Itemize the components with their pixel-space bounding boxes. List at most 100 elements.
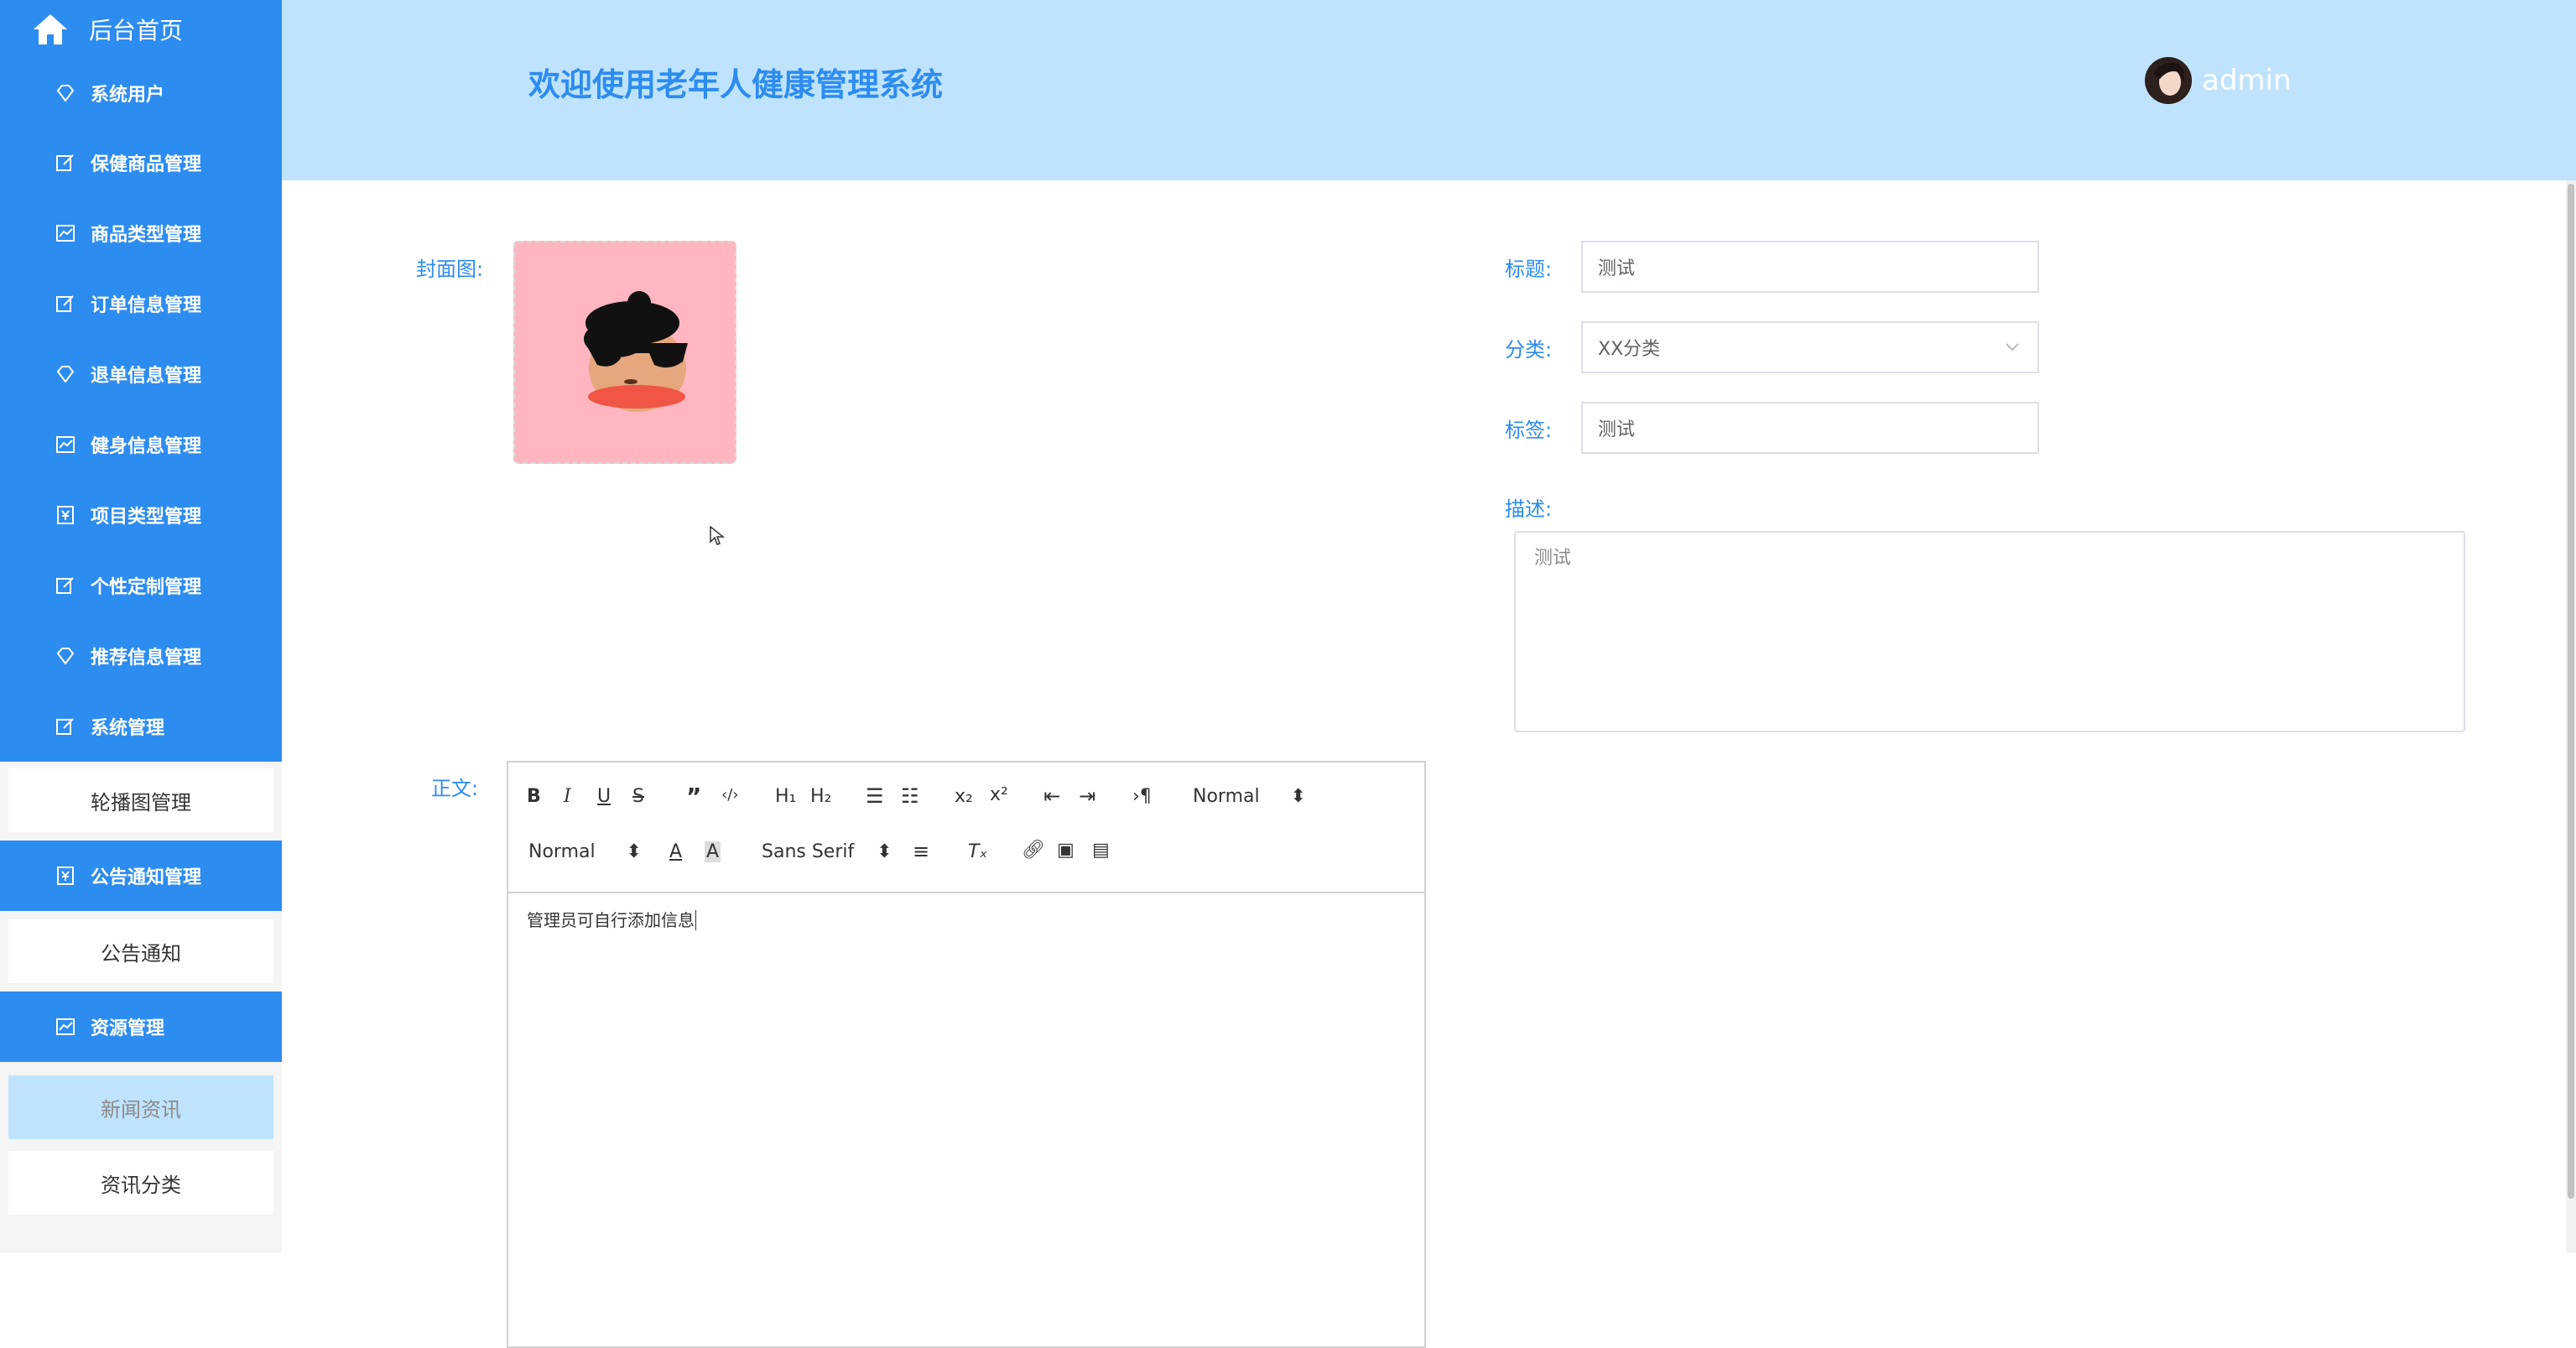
rich-text-editor: B I U S ” ‹/› H₁ H₂ ☰ ☷ x₂ x² ⇤ ⇥ ›¶ Nor… bbox=[507, 761, 1426, 1348]
menu-label: 系统管理 bbox=[91, 718, 165, 739]
align-icon[interactable]: ≡ bbox=[913, 840, 929, 863]
h1-icon[interactable]: H₁ bbox=[775, 786, 796, 807]
edit-icon bbox=[54, 574, 77, 597]
menu-order-info[interactable]: 订单信息管理 bbox=[0, 268, 282, 339]
home-icon bbox=[34, 14, 67, 44]
sidebar-home[interactable]: 后台首页 bbox=[0, 0, 282, 59]
menu-refund-info[interactable]: 退单信息管理 bbox=[0, 339, 282, 409]
text-color-icon[interactable]: A bbox=[669, 841, 682, 862]
category-select[interactable]: XX分类 bbox=[1581, 321, 2039, 373]
cover-label: 封面图: bbox=[416, 258, 484, 281]
link-icon[interactable]: 🔗︎ bbox=[1022, 840, 1045, 861]
edit-form: 封面图: 标题: 测试 分类: XX分类 标签: 测试 描述: 测试 正文: B… bbox=[282, 180, 2576, 1348]
body-label: 正文: bbox=[431, 777, 479, 800]
menu-fitness-info[interactable]: 健身信息管理 bbox=[0, 409, 282, 480]
category-value: XX分类 bbox=[1598, 339, 1661, 360]
chevron-down-icon bbox=[2006, 343, 2019, 351]
menu-system-manage[interactable]: 系统管理 bbox=[0, 691, 282, 762]
editor-toolbar: B I U S ” ‹/› H₁ H₂ ☰ ☷ x₂ x² ⇤ ⇥ ›¶ Nor… bbox=[508, 762, 1424, 893]
ordered-list-icon[interactable]: ☰ bbox=[866, 784, 884, 808]
direction-icon[interactable]: ›¶ bbox=[1132, 786, 1152, 807]
desc-textarea[interactable]: 测试 bbox=[1514, 531, 2465, 732]
underline-icon[interactable]: U bbox=[597, 786, 611, 807]
cover-upload[interactable] bbox=[513, 241, 736, 464]
menu-health-goods[interactable]: 保健商品管理 bbox=[0, 128, 282, 198]
font-select-value: Sans Serif bbox=[762, 841, 855, 862]
size-select[interactable]: Normal ⬍ bbox=[528, 841, 642, 862]
scrollbar-thumb[interactable] bbox=[2568, 184, 2574, 1199]
sub-item-notice[interactable]: 公告通知 bbox=[8, 919, 273, 983]
username: admin bbox=[2202, 64, 2292, 97]
menu-label: 个性定制管理 bbox=[91, 577, 202, 598]
mouse-cursor-icon bbox=[710, 525, 726, 549]
superscript-icon[interactable]: x² bbox=[990, 784, 1008, 805]
chart-icon bbox=[54, 221, 77, 245]
edit-icon bbox=[54, 715, 77, 738]
sub-item-carousel[interactable]: 轮播图管理 bbox=[8, 768, 273, 832]
menu-label: 系统用户 bbox=[91, 85, 165, 106]
edit-icon bbox=[54, 292, 77, 315]
chart-icon bbox=[54, 1015, 77, 1038]
avatar bbox=[2145, 57, 2192, 104]
subscript-icon[interactable]: x₂ bbox=[955, 786, 973, 807]
menu-resource[interactable]: 资源管理 bbox=[0, 991, 282, 1062]
yen-icon bbox=[54, 503, 77, 527]
header: 欢迎使用老年人健康管理系统 admin bbox=[282, 0, 2576, 180]
title-input[interactable]: 测试 bbox=[1581, 241, 2039, 293]
user-menu[interactable]: admin bbox=[2145, 57, 2292, 104]
menu-system-user[interactable]: 系统用户 bbox=[0, 59, 282, 128]
header-select[interactable]: Normal ⬍ bbox=[1193, 786, 1306, 807]
indent-icon[interactable]: ⇥ bbox=[1079, 784, 1095, 808]
h2-icon[interactable]: H₂ bbox=[810, 786, 831, 807]
menu-label: 订单信息管理 bbox=[91, 295, 202, 316]
italic-icon[interactable]: I bbox=[564, 786, 571, 807]
menu-project-type[interactable]: 项目类型管理 bbox=[0, 480, 282, 550]
select-arrows-icon: ⬍ bbox=[877, 841, 892, 862]
scrollbar[interactable] bbox=[2566, 180, 2576, 1252]
clear-format-icon[interactable]: Tₓ bbox=[968, 841, 987, 862]
menu-goods-type[interactable]: 商品类型管理 bbox=[0, 198, 282, 268]
sidebar: 后台首页 系统用户 保健商品管理 商品类型管理 订单信息管理 退单信息管理 健身… bbox=[0, 0, 282, 1252]
bg-color-icon[interactable]: A bbox=[705, 841, 721, 862]
select-arrows-icon: ⬍ bbox=[1290, 786, 1307, 807]
text-caret: ​ bbox=[695, 910, 696, 930]
editor-text: 管理员可自行添加信息 bbox=[527, 910, 695, 930]
bold-icon[interactable]: B bbox=[527, 786, 541, 807]
menu-label: 资源管理 bbox=[91, 1018, 165, 1039]
title-label: 标题: bbox=[1505, 258, 1553, 281]
header-select-value: Normal bbox=[1193, 786, 1260, 807]
menu-custom[interactable]: 个性定制管理 bbox=[0, 550, 282, 621]
strike-icon[interactable]: S bbox=[632, 786, 644, 807]
sub-item-news-category[interactable]: 资讯分类 bbox=[8, 1151, 273, 1215]
image-icon[interactable]: ▣ bbox=[1057, 840, 1075, 861]
select-arrows-icon: ⬍ bbox=[626, 841, 643, 862]
diamond-icon bbox=[54, 362, 77, 386]
diamond-icon bbox=[54, 644, 77, 668]
menu-label: 保健商品管理 bbox=[91, 154, 202, 175]
desc-label: 描述: bbox=[1505, 497, 1553, 521]
diamond-icon bbox=[54, 81, 77, 105]
outdent-icon[interactable]: ⇤ bbox=[1043, 784, 1060, 808]
menu-label: 公告通知管理 bbox=[91, 867, 202, 888]
edit-icon bbox=[54, 151, 77, 174]
video-icon[interactable]: ▤ bbox=[1092, 840, 1110, 861]
blockquote-icon[interactable]: ” bbox=[686, 783, 701, 810]
chart-icon bbox=[54, 433, 77, 456]
bullet-list-icon[interactable]: ☷ bbox=[901, 784, 919, 808]
category-label: 分类: bbox=[1505, 338, 1553, 362]
menu-label: 健身信息管理 bbox=[91, 436, 202, 457]
yen-icon bbox=[54, 864, 77, 887]
menu-label: 推荐信息管理 bbox=[91, 648, 202, 669]
sub-item-news[interactable]: 新闻资讯 bbox=[8, 1075, 273, 1139]
monkey-image bbox=[584, 291, 688, 412]
font-select[interactable]: Sans Serif ⬍ bbox=[762, 841, 892, 862]
menu-label: 项目类型管理 bbox=[91, 507, 202, 528]
tag-input[interactable]: 测试 bbox=[1581, 402, 2039, 454]
menu-label: 商品类型管理 bbox=[91, 225, 202, 246]
editor-content[interactable]: 管理员可自行添加信息​ bbox=[508, 893, 1424, 945]
menu-recommend[interactable]: 推荐信息管理 bbox=[0, 621, 282, 691]
menu-notice[interactable]: 公告通知管理 bbox=[0, 841, 282, 911]
home-label: 后台首页 bbox=[89, 17, 184, 44]
menu-label: 退单信息管理 bbox=[91, 366, 202, 387]
code-block-icon[interactable]: ‹/› bbox=[721, 786, 738, 804]
